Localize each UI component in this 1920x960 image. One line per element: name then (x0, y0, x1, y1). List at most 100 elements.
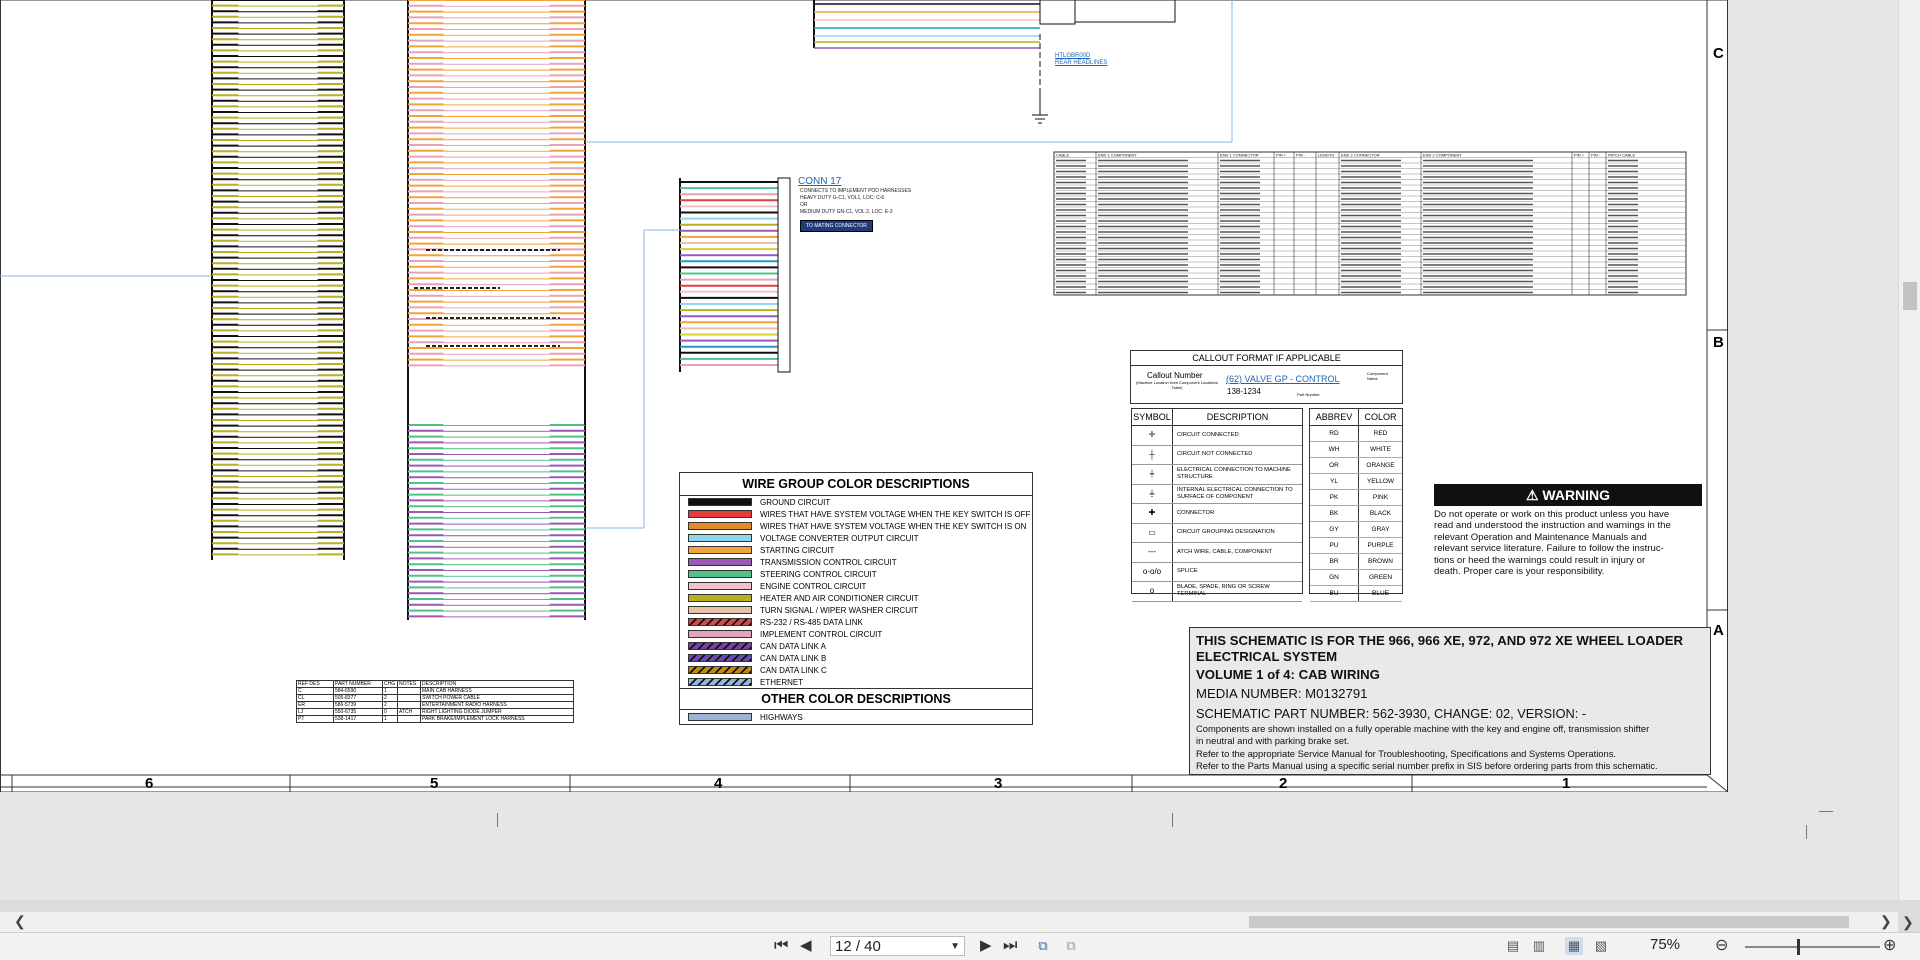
abbrev-color-name: PINK (1372, 494, 1389, 501)
wire-label-bg (238, 449, 318, 454)
wire-label-bg (238, 208, 318, 213)
abbrev-code: OR (1310, 458, 1359, 473)
cable-table-header: PATCH CABLE (1608, 153, 1636, 158)
scroll-left-icon[interactable]: ❮ (14, 913, 26, 930)
wire-label-bg (443, 216, 550, 221)
vertical-scrollbar[interactable] (1898, 0, 1920, 900)
wire-label-bg (443, 77, 550, 82)
schematic-symbol-icon: ⏚ (1132, 465, 1173, 484)
wire-label-bg (238, 477, 318, 482)
fit-page-icon[interactable]: ⧉ (1034, 937, 1052, 955)
first-page-button[interactable]: ⏮ (774, 935, 788, 957)
wire-label-bg (443, 548, 550, 553)
callout-number-sublabel: (Machine Location from Component Locatio… (1136, 380, 1218, 390)
wire-label-bg (238, 483, 318, 488)
page-number-value[interactable]: 12 / 40 (835, 938, 881, 955)
link-line[interactable]: REAR HEADLINES (1055, 60, 1107, 67)
wire-label-bg (443, 274, 550, 279)
abbrev-row: BU BLUE (1310, 586, 1402, 602)
reftable-cell: 1 (382, 687, 398, 695)
legend-row: HIGHWAYS (680, 710, 1032, 724)
abbrev-color-name: WHITE (1370, 446, 1391, 453)
wire-label-bg (443, 537, 550, 541)
wire-label-bg (443, 554, 550, 559)
wire-label-bg (238, 505, 318, 510)
wire-label-bg (238, 52, 318, 56)
reftable-cell: 2 (382, 701, 398, 709)
wire-label-bg (238, 164, 318, 168)
callout-number-label: Callout Number (1147, 371, 1203, 380)
continuous-view-icon[interactable]: ▥ (1530, 937, 1548, 955)
wire-label-bg (238, 360, 318, 364)
zoom-out-button[interactable]: ⊖ (1715, 935, 1728, 957)
wire-label-bg (238, 371, 318, 376)
horizontal-scrollbar[interactable]: ❮ ❯ (0, 912, 1898, 932)
two-page-view-icon[interactable]: ▦ (1565, 937, 1583, 955)
zoom-slider[interactable] (1745, 946, 1880, 948)
column-number: 5 (430, 775, 439, 792)
wire-label-bg (238, 46, 318, 51)
single-page-view-icon[interactable]: ▤ (1504, 937, 1522, 955)
headlines-link[interactable]: HTLGBR00D REAR HEADLINES (1055, 53, 1107, 67)
page-crop-mark (1806, 825, 1807, 839)
wire-label-bg (238, 304, 318, 308)
harness-reference-table: REF DES PART NUMBER CHG NOTES DESCRIPTION C5… (296, 680, 574, 723)
warning-title: WARNING (1542, 487, 1611, 503)
wire-label-bg (238, 91, 318, 96)
document-viewport: CABLE END 1 COMPONENT END 1 CONNECTOR PIN +… (0, 0, 1920, 900)
symbol-table: SYMBOL DESCRIPTION ✛ CIRCUIT CONNECTED ┼ CI… (1131, 408, 1303, 602)
legend-row: TURN SIGNAL / WIPER WASHER CIRCUIT (680, 604, 1032, 616)
legend-swatch (688, 606, 752, 614)
wire-label-bg (443, 473, 550, 478)
reftable-cell: MAIN CAB HARNESS (420, 687, 574, 695)
abbrev-row: RD RED (1310, 426, 1402, 442)
abbrev-color-name: RED (1373, 430, 1388, 437)
scroll-right-icon[interactable]: ❯ (1880, 913, 1892, 930)
conn-17-title[interactable]: CONN 17 (798, 176, 841, 187)
wire-label-bg (443, 181, 550, 186)
wire-label-bg (443, 531, 550, 536)
wire-group-legend: WIRE GROUP COLOR DESCRIPTIONS GROUND CIR… (679, 472, 1033, 725)
reftable-header: REF DES (296, 680, 334, 688)
legend-swatch (688, 642, 752, 650)
wire-label-bg (238, 332, 318, 336)
to-mating-connector-button[interactable]: TO MATING CONNECTOR (800, 220, 873, 232)
zoom-slider-thumb[interactable] (1797, 939, 1800, 955)
callout-example-link[interactable]: (62) VALVE GP - CONTROL (1226, 374, 1340, 384)
warning-text: Do not operate or work on this product u… (1434, 506, 1702, 577)
wire-label-bg (443, 245, 550, 250)
legend-swatch (688, 713, 752, 721)
two-page-continuous-icon[interactable]: ▧ (1592, 937, 1610, 955)
schematic-symbol-icon: ┼ (1132, 445, 1173, 464)
wire-label-bg (238, 522, 318, 527)
zoom-level[interactable]: 75% (1650, 936, 1680, 953)
reftable-row: ER 586-5739 2 ENTERTAINMENT RADIO HARNESS (296, 701, 574, 709)
last-page-button[interactable]: ⏭ (1003, 935, 1017, 957)
wire-label-bg (443, 589, 550, 594)
wire-label-bg (443, 83, 550, 87)
legend-swatch (688, 630, 752, 638)
page-number-input[interactable]: 12 / 40 ▼ (830, 936, 965, 956)
legend-label: STARTING CIRCUIT (760, 545, 835, 555)
wire-label-bg (443, 187, 550, 192)
wire-label-bg (443, 349, 550, 354)
link-line[interactable]: HTLGBR00D (1055, 53, 1107, 60)
column-number: 6 (145, 775, 154, 792)
zoom-in-button[interactable]: ⊕ (1883, 935, 1896, 957)
horizontal-scrollbar-thumb[interactable] (1249, 916, 1849, 928)
legend-title: WIRE GROUP COLOR DESCRIPTIONS (680, 473, 1032, 496)
scroll-down-icon[interactable]: ❯ (1902, 914, 1914, 931)
wire-label-bg (238, 427, 318, 432)
previous-page-button[interactable]: ◀ (800, 935, 812, 957)
connector-body (777, 177, 791, 373)
vertical-scrollbar-thumb[interactable] (1903, 282, 1917, 310)
legend-label: WIRES THAT HAVE SYSTEM VOLTAGE WHEN THE … (760, 509, 1031, 519)
symbol-row: ⏚ INTERNAL ELECTRICAL CONNECTION TO SURFA… (1132, 484, 1302, 504)
reftable-cell: C (296, 687, 334, 695)
abbrev-color-name: GREEN (1368, 574, 1393, 581)
chevron-down-icon[interactable]: ▼ (950, 937, 960, 957)
rotate-icon[interactable]: ⧉ (1062, 937, 1080, 955)
part-number-label: Part Number (1297, 392, 1320, 397)
wire-label-bg (238, 214, 318, 219)
next-page-button[interactable]: ▶ (980, 935, 992, 957)
